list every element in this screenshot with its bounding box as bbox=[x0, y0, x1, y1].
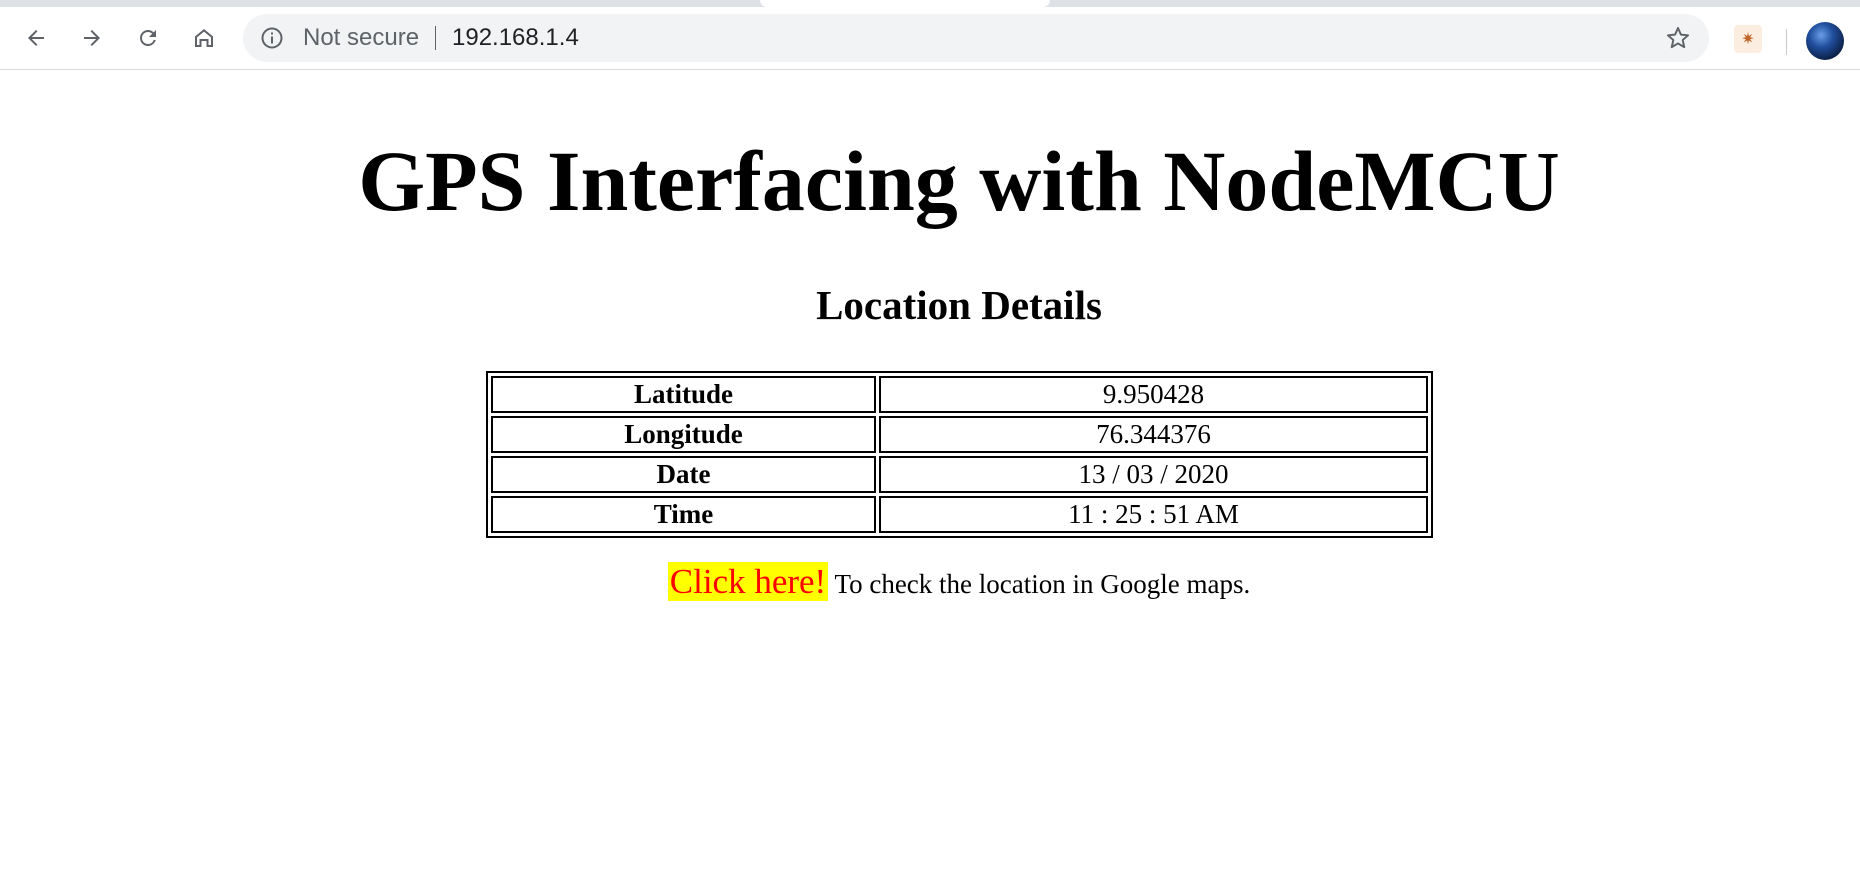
section-title: Location Details bbox=[816, 282, 1102, 328]
toolbar-separator bbox=[1786, 29, 1787, 55]
home-button[interactable] bbox=[186, 20, 222, 56]
reload-button[interactable] bbox=[130, 20, 166, 56]
forward-button[interactable] bbox=[74, 20, 110, 56]
time-label: Time bbox=[491, 496, 876, 533]
page-title: GPS Interfacing with NodeMCU bbox=[358, 133, 1560, 229]
latitude-label: Latitude bbox=[491, 376, 876, 413]
google-maps-text: To check the location in Google maps. bbox=[828, 569, 1251, 599]
address-bar[interactable]: Not secure 192.168.1.4 bbox=[243, 14, 1709, 62]
tab-strip bbox=[0, 0, 1860, 7]
google-maps-line: Click here! To check the location in Goo… bbox=[0, 562, 1860, 604]
time-value: 11 : 25 : 51 AM bbox=[879, 496, 1428, 533]
back-button[interactable] bbox=[18, 20, 54, 56]
google-maps-link[interactable]: Click here! bbox=[667, 562, 829, 601]
latitude-value: 9.950428 bbox=[879, 376, 1428, 413]
table-row: Latitude 9.950428 bbox=[491, 376, 1428, 413]
table-row: Date 13 / 03 / 2020 bbox=[491, 456, 1428, 493]
location-details-table: Latitude 9.950428 Longitude 76.344376 Da… bbox=[486, 371, 1433, 538]
table-row: Longitude 76.344376 bbox=[491, 416, 1428, 453]
back-arrow-icon bbox=[28, 30, 44, 46]
forward-arrow-icon bbox=[84, 30, 100, 46]
browser-toolbar: Not secure 192.168.1.4 ✷ bbox=[0, 7, 1860, 70]
longitude-label: Longitude bbox=[491, 416, 876, 453]
date-value: 13 / 03 / 2020 bbox=[879, 456, 1428, 493]
table-row: Time 11 : 25 : 51 AM bbox=[491, 496, 1428, 533]
info-icon[interactable] bbox=[260, 26, 284, 50]
url-text[interactable]: 192.168.1.4 bbox=[452, 25, 579, 51]
date-label: Date bbox=[491, 456, 876, 493]
extension-icon[interactable]: ✷ bbox=[1734, 25, 1762, 53]
omnibox-divider bbox=[435, 26, 436, 50]
home-icon bbox=[195, 29, 213, 47]
reload-icon bbox=[140, 30, 156, 46]
security-label[interactable]: Not secure bbox=[303, 25, 419, 51]
avatar[interactable] bbox=[1806, 22, 1844, 60]
active-tab[interactable] bbox=[760, 0, 1050, 7]
star-icon[interactable] bbox=[1665, 25, 1691, 51]
longitude-value: 76.344376 bbox=[879, 416, 1428, 453]
